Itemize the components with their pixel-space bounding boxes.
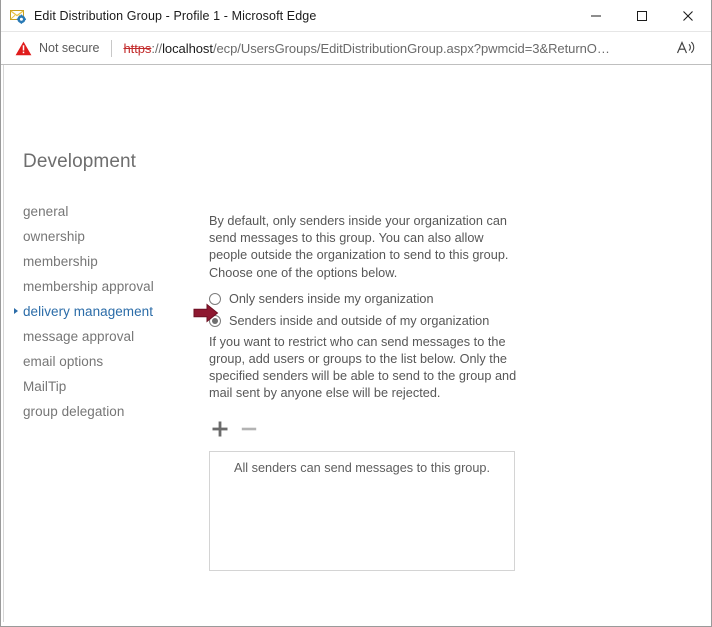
sidebar-item-label: membership approval bbox=[23, 279, 154, 294]
url-path: /ecp/UsersGroups/EditDistributionGroup.a… bbox=[212, 40, 610, 56]
sidebar-item-label: membership bbox=[23, 254, 98, 269]
listbox-empty-message: All senders can send messages to this gr… bbox=[233, 460, 490, 475]
plus-icon[interactable] bbox=[209, 418, 231, 440]
sidebar-item-email-options[interactable]: email options bbox=[23, 349, 198, 374]
sidebar-item-membership-approval[interactable]: membership approval bbox=[23, 274, 198, 299]
browser-window: Edit Distribution Group - Profile 1 - Mi… bbox=[0, 0, 712, 627]
sidebar-item-mailtip[interactable]: MailTip bbox=[23, 374, 198, 399]
sidebar-item-delivery-management[interactable]: delivery management bbox=[14, 299, 198, 324]
sidebar-item-message-approval[interactable]: message approval bbox=[23, 324, 198, 349]
sidebar-item-membership[interactable]: membership bbox=[23, 249, 198, 274]
allowed-senders-listbox[interactable]: All senders can send messages to this gr… bbox=[209, 450, 515, 571]
delivery-management-panel: By default, only senders inside your org… bbox=[209, 213, 521, 571]
sidebar-item-label: general bbox=[23, 204, 69, 219]
minimize-icon bbox=[591, 15, 601, 17]
url-separator: :// bbox=[151, 40, 163, 56]
envelope-gear-icon bbox=[10, 8, 26, 24]
page-title: Development bbox=[23, 151, 137, 172]
maximize-button[interactable] bbox=[619, 0, 665, 32]
close-button[interactable] bbox=[665, 0, 711, 32]
radio-option-inside-and-outside[interactable]: Senders inside and outside of my organiz… bbox=[209, 310, 521, 332]
not-secure-label: Not secure bbox=[39, 41, 100, 55]
radio-label: Senders inside and outside of my organiz… bbox=[229, 313, 490, 328]
url-host: localhost bbox=[162, 40, 213, 56]
warning-triangle-icon[interactable] bbox=[15, 41, 32, 56]
close-icon bbox=[683, 11, 693, 21]
sidebar-item-ownership[interactable]: ownership bbox=[23, 224, 198, 249]
sidebar-item-label: ownership bbox=[23, 229, 85, 244]
page-content: Development general ownership membership… bbox=[1, 65, 711, 626]
sidebar-item-group-delegation[interactable]: group delegation bbox=[23, 399, 198, 424]
title-bar: Edit Distribution Group - Profile 1 - Mi… bbox=[1, 0, 711, 32]
sidebar-nav: general ownership membership membership … bbox=[14, 199, 198, 424]
chevron-right-icon bbox=[14, 308, 18, 314]
sender-restriction-radio-group: Only senders inside my organization Send… bbox=[209, 288, 521, 332]
page-left-rule bbox=[3, 65, 4, 622]
radio-label: Only senders inside my organization bbox=[229, 291, 434, 306]
url-text[interactable]: https://localhost/ecp/UsersGroups/EditDi… bbox=[123, 41, 609, 56]
read-aloud-icon[interactable] bbox=[675, 38, 697, 58]
window-controls bbox=[573, 0, 711, 32]
address-bar[interactable]: Not secure https://localhost/ecp/UsersGr… bbox=[1, 32, 711, 65]
sidebar-item-general[interactable]: general bbox=[23, 199, 198, 224]
url-scheme: https bbox=[123, 40, 152, 56]
maximize-icon bbox=[637, 11, 647, 21]
minimize-button[interactable] bbox=[573, 0, 619, 32]
address-divider bbox=[111, 39, 113, 57]
sidebar-item-label: MailTip bbox=[23, 379, 67, 394]
restrict-paragraph: If you want to restrict who can send mes… bbox=[209, 334, 517, 401]
sidebar-item-label: email options bbox=[23, 354, 104, 369]
right-arrow-annotation-icon bbox=[193, 303, 219, 323]
window-title: Edit Distribution Group - Profile 1 - Mi… bbox=[34, 8, 317, 23]
intro-paragraph: By default, only senders inside your org… bbox=[209, 214, 509, 280]
list-toolbar bbox=[209, 417, 521, 441]
minus-icon[interactable] bbox=[239, 418, 259, 440]
sidebar-item-label: group delegation bbox=[23, 404, 125, 419]
sidebar-item-label: delivery management bbox=[23, 304, 154, 319]
radio-option-inside-only[interactable]: Only senders inside my organization bbox=[209, 288, 521, 310]
sidebar-item-label: message approval bbox=[23, 329, 135, 344]
